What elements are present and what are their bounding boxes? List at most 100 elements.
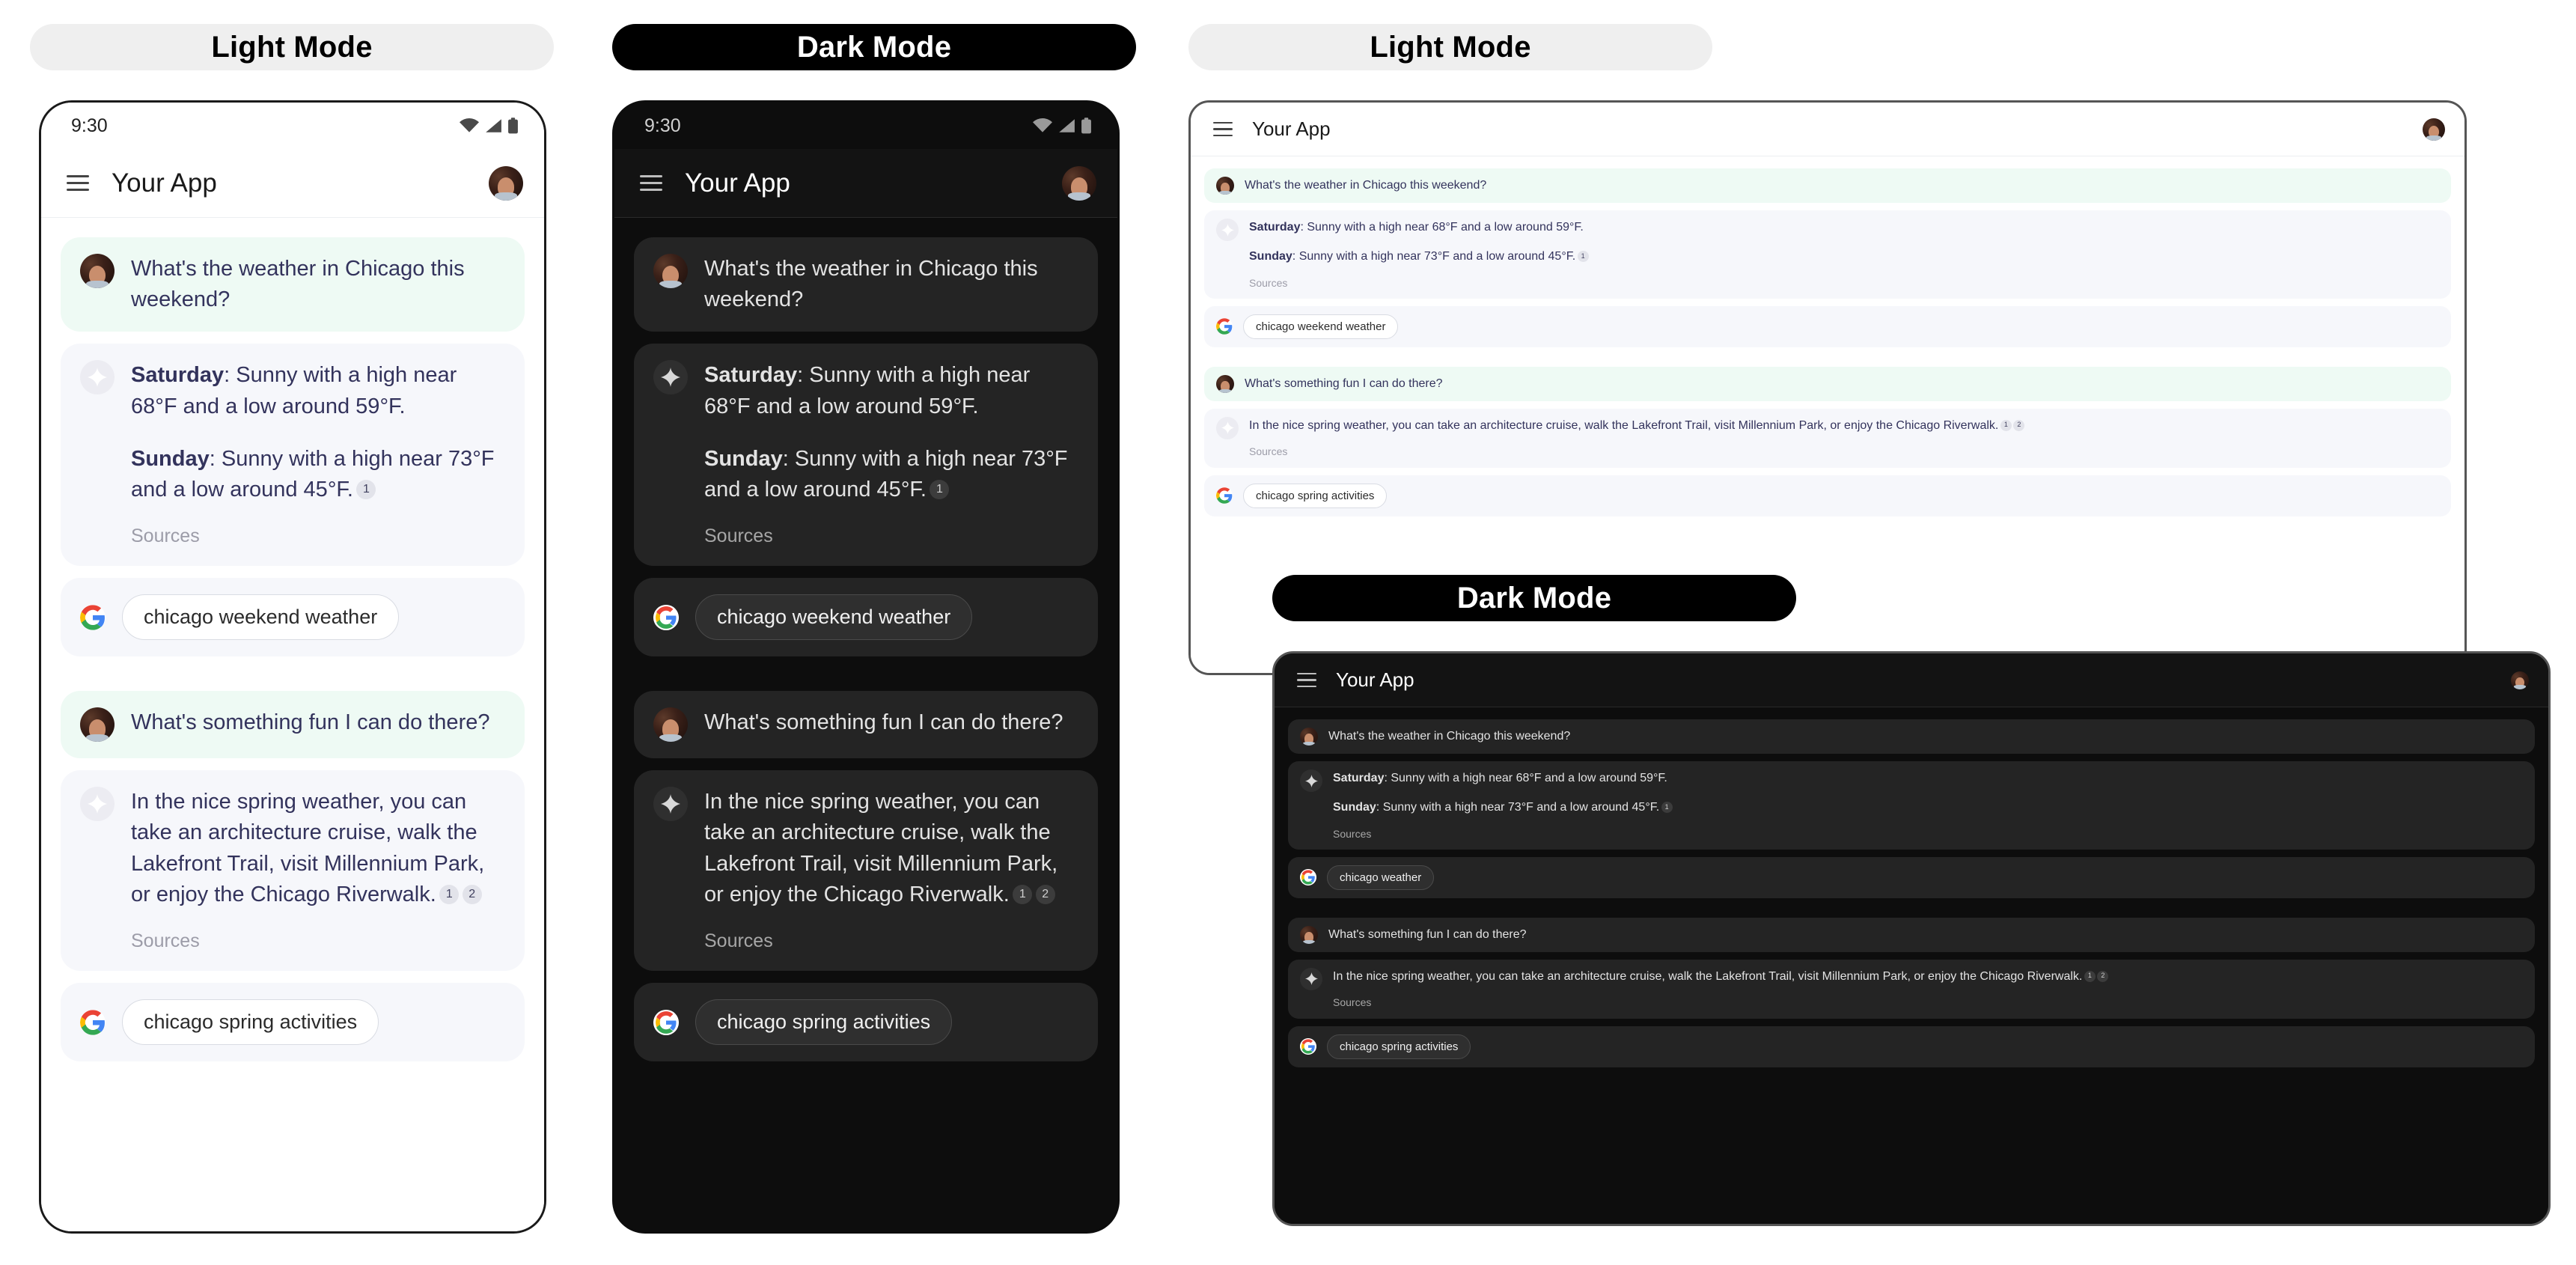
- mode-label-light-tablet: Light Mode: [1188, 24, 1712, 70]
- day-label-sunday: Sunday: [131, 446, 210, 471]
- status-icon-group: [1033, 118, 1092, 134]
- forecast-saturday-text: : Sunny with a high near 68°F and a low …: [1384, 772, 1667, 784]
- hamburger-menu-icon[interactable]: [1213, 121, 1233, 137]
- message-text: What's something fun I can do there?: [1328, 927, 1527, 941]
- gemini-sparkle-icon: [653, 360, 688, 395]
- google-logo-icon: [80, 604, 106, 630]
- app-title: Your App: [685, 168, 790, 198]
- chat-message-assistant: Saturday: Sunny with a high near 68°F an…: [1204, 210, 2451, 299]
- activities-text-wrap: In the nice spring weather, you can take…: [1333, 968, 2523, 985]
- forecast-sunday-text: : Sunny with a high near 73°F and a low …: [1376, 801, 1660, 814]
- message-text: What's the weather in Chicago this weeke…: [131, 257, 465, 312]
- mode-label-light-phone: Light Mode: [30, 24, 554, 70]
- avatar[interactable]: [2423, 118, 2445, 141]
- chat-scroll-area[interactable]: What's the weather in Chicago this weeke…: [614, 218, 1117, 1231]
- sources-link[interactable]: Sources: [704, 523, 1078, 550]
- phone-light-frame: 9:30 Your App What's the weather in Chic…: [39, 100, 546, 1234]
- chat-message-user: What's the weather in Chicago this weeke…: [61, 237, 525, 332]
- search-query-chip[interactable]: chicago weekend weather: [122, 594, 400, 641]
- app-title: Your App: [1252, 118, 1331, 140]
- day-label-saturday: Saturday: [1249, 221, 1301, 234]
- message-body: Saturday: Sunny with a high near 68°F an…: [131, 360, 505, 549]
- search-query-chip[interactable]: chicago spring activities: [695, 999, 953, 1046]
- search-query-chip[interactable]: chicago weekend weather: [695, 594, 973, 641]
- sources-link[interactable]: Sources: [131, 523, 505, 550]
- wifi-icon: [1033, 118, 1052, 132]
- search-query-chip[interactable]: chicago weather: [1327, 865, 1435, 890]
- citation-badge[interactable]: 1: [356, 479, 376, 499]
- chat-scroll-area[interactable]: What's the weather in Chicago this weeke…: [1275, 707, 2548, 1224]
- search-chip-row: chicago spring activities: [1204, 475, 2451, 516]
- citation-badge[interactable]: 1: [2000, 419, 2012, 431]
- citation-badge[interactable]: 2: [462, 884, 482, 904]
- message-body: In the nice spring weather, you can take…: [1333, 968, 2523, 1011]
- citation-badge[interactable]: 2: [2097, 970, 2109, 982]
- message-body: In the nice spring weather, you can take…: [131, 787, 505, 954]
- avatar: [80, 254, 115, 288]
- avatar[interactable]: [1062, 165, 1096, 201]
- chat-scroll-area[interactable]: What's the weather in Chicago this weeke…: [41, 218, 544, 1231]
- gemini-sparkle-icon: [653, 787, 688, 822]
- status-bar: 9:30: [614, 103, 1117, 149]
- app-bar: Your App: [614, 149, 1117, 218]
- sources-link[interactable]: Sources: [1249, 275, 2439, 290]
- citation-badge[interactable]: 1: [1577, 250, 1589, 262]
- chat-message-user: What's something fun I can do there?: [1288, 917, 2535, 952]
- chat-message-assistant: Saturday: Sunny with a high near 68°F an…: [61, 344, 525, 567]
- search-chip-row: chicago weather: [1288, 856, 2535, 898]
- citation-badge[interactable]: 1: [2084, 970, 2096, 982]
- sources-link[interactable]: Sources: [131, 928, 505, 955]
- gemini-sparkle-icon: [1216, 416, 1239, 439]
- forecast-sunday: Sunday: Sunny with a high near 73°F and …: [1333, 799, 2523, 816]
- mockup-stage: Light Mode Dark Mode Light Mode Dark Mod…: [0, 0, 2576, 1265]
- status-bar: 9:30: [41, 103, 544, 149]
- avatar: [1216, 177, 1234, 195]
- day-label-saturday: Saturday: [1333, 772, 1385, 784]
- chat-message-user: What's something fun I can do there?: [61, 691, 525, 759]
- sources-link[interactable]: Sources: [1333, 995, 2523, 1010]
- cell-signal-icon: [1059, 119, 1075, 132]
- sources-link[interactable]: Sources: [704, 928, 1078, 955]
- google-logo-icon: [653, 1009, 679, 1035]
- chat-message-assistant: In the nice spring weather, you can take…: [1204, 408, 2451, 468]
- hamburger-menu-icon[interactable]: [67, 175, 89, 191]
- app-bar: Your App: [1275, 653, 2548, 707]
- search-query-chip[interactable]: chicago weekend weather: [1243, 314, 1399, 339]
- message-text: What's something fun I can do there?: [704, 710, 1063, 735]
- forecast-saturday-text: : Sunny with a high near 68°F and a low …: [1300, 221, 1584, 234]
- citation-badge[interactable]: 2: [2013, 419, 2025, 431]
- phone-dark-frame: 9:30 Your App What's the weather in Chic…: [612, 100, 1120, 1234]
- chat-message-assistant: In the nice spring weather, you can take…: [61, 770, 525, 972]
- sources-link[interactable]: Sources: [1249, 444, 2439, 459]
- status-time: 9:30: [644, 115, 681, 136]
- chat-message-user: What's the weather in Chicago this weeke…: [1204, 168, 2451, 203]
- activities-text-wrap: In the nice spring weather, you can take…: [131, 787, 505, 910]
- cell-signal-icon: [486, 119, 501, 132]
- avatar[interactable]: [489, 165, 523, 201]
- citation-badge[interactable]: 1: [1661, 801, 1673, 813]
- activities-text: In the nice spring weather, you can take…: [704, 790, 1058, 906]
- chat-message-user: What's something fun I can do there?: [1204, 366, 2451, 401]
- citation-badge[interactable]: 1: [1013, 884, 1033, 904]
- search-query-chip[interactable]: chicago spring activities: [1327, 1034, 1471, 1059]
- hamburger-menu-icon[interactable]: [640, 175, 662, 191]
- day-label-sunday: Sunday: [1333, 801, 1376, 814]
- citation-badge[interactable]: 1: [930, 479, 950, 499]
- search-query-chip[interactable]: chicago spring activities: [122, 999, 379, 1046]
- forecast-sunday: Sunday: Sunny with a high near 73°F and …: [131, 444, 505, 505]
- forecast-saturday: Saturday: Sunny with a high near 68°F an…: [1249, 219, 2439, 236]
- mode-label-dark-tablet: Dark Mode: [1272, 575, 1796, 621]
- chat-message-user: What's the weather in Chicago this weeke…: [1288, 719, 2535, 754]
- citation-badge[interactable]: 1: [439, 884, 460, 904]
- forecast-sunday-text: : Sunny with a high near 73°F and a low …: [1292, 250, 1576, 263]
- gemini-sparkle-icon: [80, 360, 115, 395]
- hamburger-menu-icon[interactable]: [1297, 672, 1316, 688]
- message-body: Saturday: Sunny with a high near 68°F an…: [704, 360, 1078, 549]
- sources-link[interactable]: Sources: [1333, 826, 2523, 841]
- citation-badge[interactable]: 2: [1035, 884, 1055, 904]
- avatar[interactable]: [2511, 671, 2529, 689]
- search-query-chip[interactable]: chicago spring activities: [1243, 483, 1388, 508]
